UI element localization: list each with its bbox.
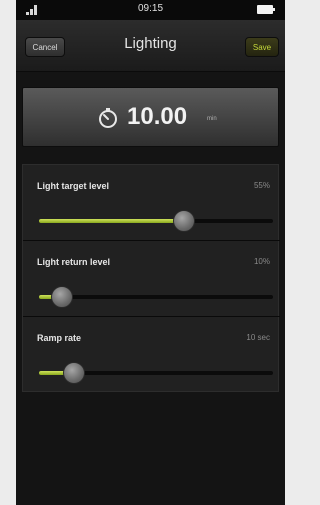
phone-screen: 09:15 Cancel Lighting Save 10.00 min Lig… xyxy=(16,0,285,505)
setting-value: 10 sec xyxy=(246,333,270,342)
setting-label: Ramp rate xyxy=(37,333,82,343)
light-return-level-row: Light return level 10% xyxy=(23,241,280,317)
settings-group: Light target level 55% Light return leve… xyxy=(22,164,280,393)
battery-icon xyxy=(257,5,275,14)
save-button[interactable]: Save xyxy=(245,37,279,57)
slider-thumb[interactable] xyxy=(63,362,86,384)
slider-thumb[interactable] xyxy=(173,210,196,232)
cancel-button[interactable]: Cancel xyxy=(25,37,65,57)
timer-button[interactable]: 10.00 min xyxy=(22,87,279,147)
timer-value: 10.00 xyxy=(127,103,188,130)
light-target-level-slider[interactable] xyxy=(39,210,273,232)
page-title: Lighting xyxy=(124,35,177,52)
ramp-rate-row: Ramp rate 10 sec xyxy=(23,317,280,393)
setting-label: Light target level xyxy=(37,181,110,191)
light-target-level-row: Light target level 55% xyxy=(23,165,280,241)
navigation-bar: Cancel Lighting Save xyxy=(16,20,285,72)
light-return-level-slider[interactable] xyxy=(39,286,273,308)
ramp-rate-slider[interactable] xyxy=(39,362,273,384)
slider-fill xyxy=(39,219,185,223)
status-time: 09:15 xyxy=(137,3,164,14)
setting-value: 55% xyxy=(253,181,270,190)
setting-label: Light return level xyxy=(37,257,111,267)
stopwatch-icon xyxy=(99,108,117,128)
setting-value: 10% xyxy=(253,257,270,266)
slider-thumb[interactable] xyxy=(51,286,74,308)
status-bar: 09:15 xyxy=(16,0,285,20)
timer-unit: min xyxy=(207,116,217,122)
